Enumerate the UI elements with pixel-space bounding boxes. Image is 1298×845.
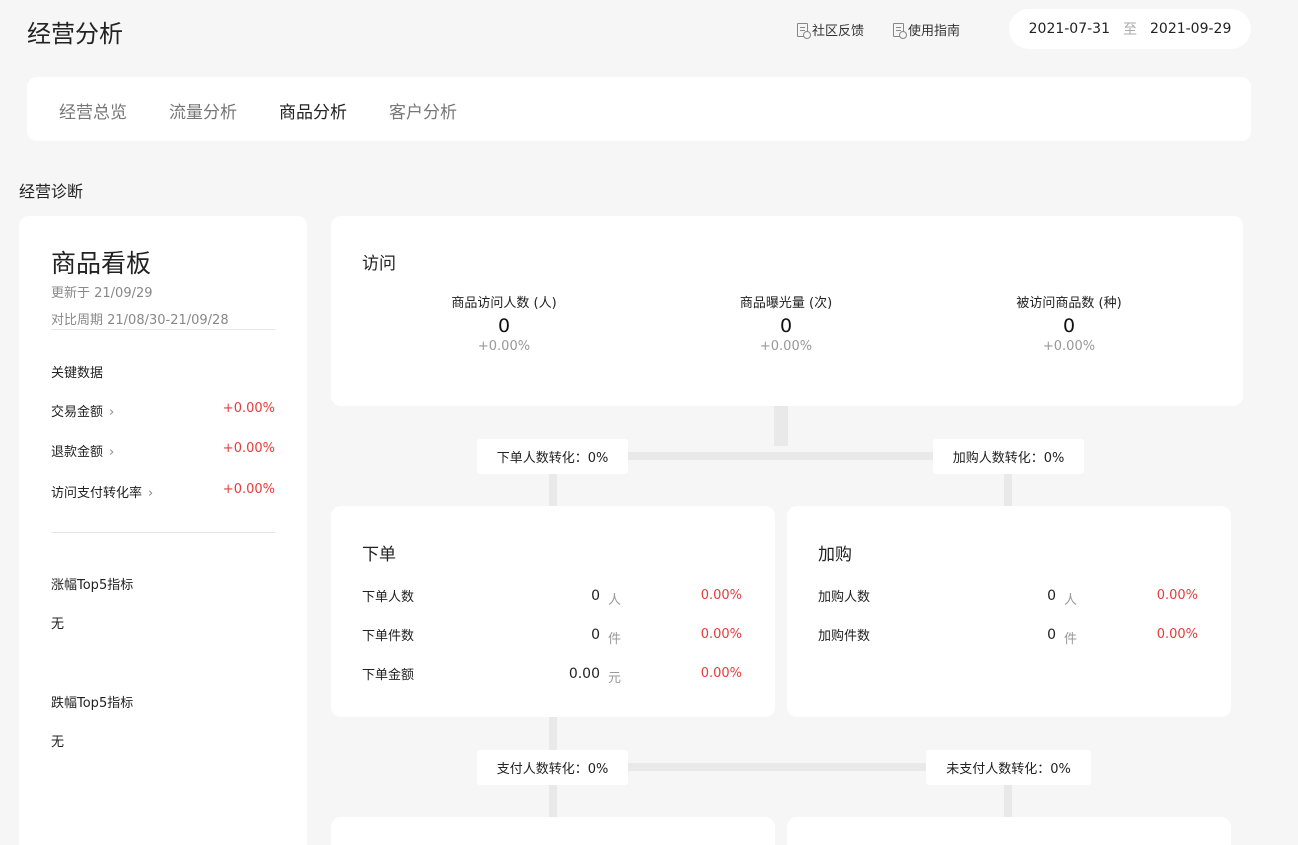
row-unit: 人: [608, 593, 622, 608]
row-unit: 人: [1064, 593, 1078, 608]
cart-card: 加购 加购人数 0 人 0.00% 加购件数 0 件 0.00%: [787, 506, 1231, 717]
row-change: 0.00%: [700, 627, 742, 642]
order-row-people: 下单人数 0 人 0.00%: [362, 586, 742, 608]
update-time: 更新于 21/09/29: [51, 286, 153, 301]
stat-label: 商品访问人数 (人): [451, 296, 557, 311]
stat-change: +0.00%: [477, 339, 531, 354]
top-up-title: 涨幅Top5指标: [51, 578, 134, 593]
order-title: 下单: [362, 545, 396, 565]
community-feedback-label: 社区反馈: [812, 24, 865, 39]
row-unit: 件: [1064, 632, 1078, 647]
compare-period: 对比周期 21/08/30-21/09/28: [51, 309, 275, 330]
pay-card: [331, 817, 775, 845]
document-feedback-icon: [797, 22, 811, 39]
tab-traffic[interactable]: 流量分析: [169, 98, 237, 123]
stat-value: 0: [779, 315, 793, 337]
row-label: 加购件数: [818, 629, 871, 644]
cart-title: 加购: [818, 545, 852, 565]
stat-change: +0.00%: [759, 339, 813, 354]
divider: [51, 532, 275, 533]
metric-label: 交易金额: [51, 405, 104, 420]
chevron-right-icon: ›: [109, 405, 115, 420]
tab-bar: 经营总览 流量分析 商品分析 客户分析: [27, 77, 1251, 141]
community-feedback-link[interactable]: 社区反馈: [797, 20, 864, 39]
metric-visit-pay-conversion[interactable]: 访问支付转化率 › +0.00%: [51, 482, 275, 501]
metric-label: 退款金额: [51, 445, 104, 460]
chevron-right-icon: ›: [109, 445, 115, 460]
order-conversion-badge: 下单人数转化：0%: [477, 439, 628, 474]
date-range-picker[interactable]: 2021-07-31 至 2021-09-29: [1009, 9, 1251, 49]
stat-label: 商品曝光量 (次): [739, 296, 833, 311]
visit-title: 访问: [362, 254, 396, 274]
connector-line: [774, 405, 788, 446]
pay-conversion-badge: 支付人数转化：0%: [477, 750, 628, 785]
tab-customers[interactable]: 客户分析: [389, 98, 457, 123]
date-start[interactable]: 2021-07-31: [1029, 21, 1110, 37]
date-end[interactable]: 2021-09-29: [1150, 21, 1231, 37]
unpaid-conversion-badge: 未支付人数转化：0%: [926, 750, 1091, 785]
row-unit: 件: [608, 632, 622, 647]
product-board-panel: 商品看板 更新于 21/09/29 对比周期 21/08/30-21/09/28…: [19, 216, 307, 845]
metric-value: +0.00%: [222, 401, 275, 416]
stat-product-visitors: 商品访问人数 (人) 0 +0.00%: [384, 292, 624, 354]
row-label: 下单件数: [362, 629, 415, 644]
stat-product-exposure: 商品曝光量 (次) 0 +0.00%: [666, 292, 906, 354]
top-up-value: 无: [51, 617, 65, 632]
unpaid-card: [787, 817, 1231, 845]
stat-change: +0.00%: [1042, 339, 1096, 354]
stat-value: 0: [1062, 315, 1076, 337]
stat-label: 被访问商品数 (种): [1016, 296, 1122, 311]
cart-row-items: 加购件数 0 件 0.00%: [818, 625, 1198, 647]
stat-visited-products: 被访问商品数 (种) 0 +0.00%: [949, 292, 1189, 354]
row-label: 下单金额: [362, 668, 415, 683]
page-title: 经营分析: [27, 20, 123, 48]
row-value: 0: [591, 627, 600, 643]
row-change: 0.00%: [1156, 627, 1198, 642]
row-label: 加购人数: [818, 590, 871, 605]
order-row-items: 下单件数 0 件 0.00%: [362, 625, 742, 647]
row-value: 0: [1047, 627, 1056, 643]
row-value: 0: [591, 588, 600, 604]
cart-conversion-badge: 加购人数转化：0%: [933, 439, 1084, 474]
row-unit: 元: [608, 671, 622, 686]
tab-products[interactable]: 商品分析: [279, 98, 347, 123]
row-value: 0: [1047, 588, 1056, 604]
document-guide-icon: [893, 22, 907, 39]
chevron-right-icon: ›: [148, 486, 154, 501]
key-data-label: 关键数据: [51, 366, 104, 381]
metric-value: +0.00%: [222, 482, 275, 497]
metric-refund-amount[interactable]: 退款金额 › +0.00%: [51, 441, 275, 460]
order-row-amount: 下单金额 0.00 元 0.00%: [362, 664, 742, 686]
date-separator: 至: [1123, 22, 1137, 38]
row-label: 下单人数: [362, 590, 415, 605]
row-value: 0.00: [568, 666, 600, 682]
row-change: 0.00%: [1156, 588, 1198, 603]
board-title: 商品看板: [51, 249, 152, 278]
row-change: 0.00%: [700, 588, 742, 603]
top-down-value: 无: [51, 735, 65, 750]
section-title: 经营诊断: [19, 182, 84, 201]
stat-value: 0: [497, 315, 511, 337]
tab-overview[interactable]: 经营总览: [59, 98, 127, 123]
cart-row-people: 加购人数 0 人 0.00%: [818, 586, 1198, 608]
metric-label: 访问支付转化率: [51, 486, 143, 501]
visit-card: 访问 商品访问人数 (人) 0 +0.00% 商品曝光量 (次) 0 +0.00…: [331, 216, 1243, 406]
usage-guide-label: 使用指南: [908, 24, 961, 39]
metric-transaction-amount[interactable]: 交易金额 › +0.00%: [51, 401, 275, 420]
metric-value: +0.00%: [222, 441, 275, 456]
order-card: 下单 下单人数 0 人 0.00% 下单件数 0 件 0.00% 下单金额 0.…: [331, 506, 775, 717]
row-change: 0.00%: [700, 666, 742, 681]
usage-guide-link[interactable]: 使用指南: [893, 20, 960, 39]
top-down-title: 跌幅Top5指标: [51, 696, 134, 711]
